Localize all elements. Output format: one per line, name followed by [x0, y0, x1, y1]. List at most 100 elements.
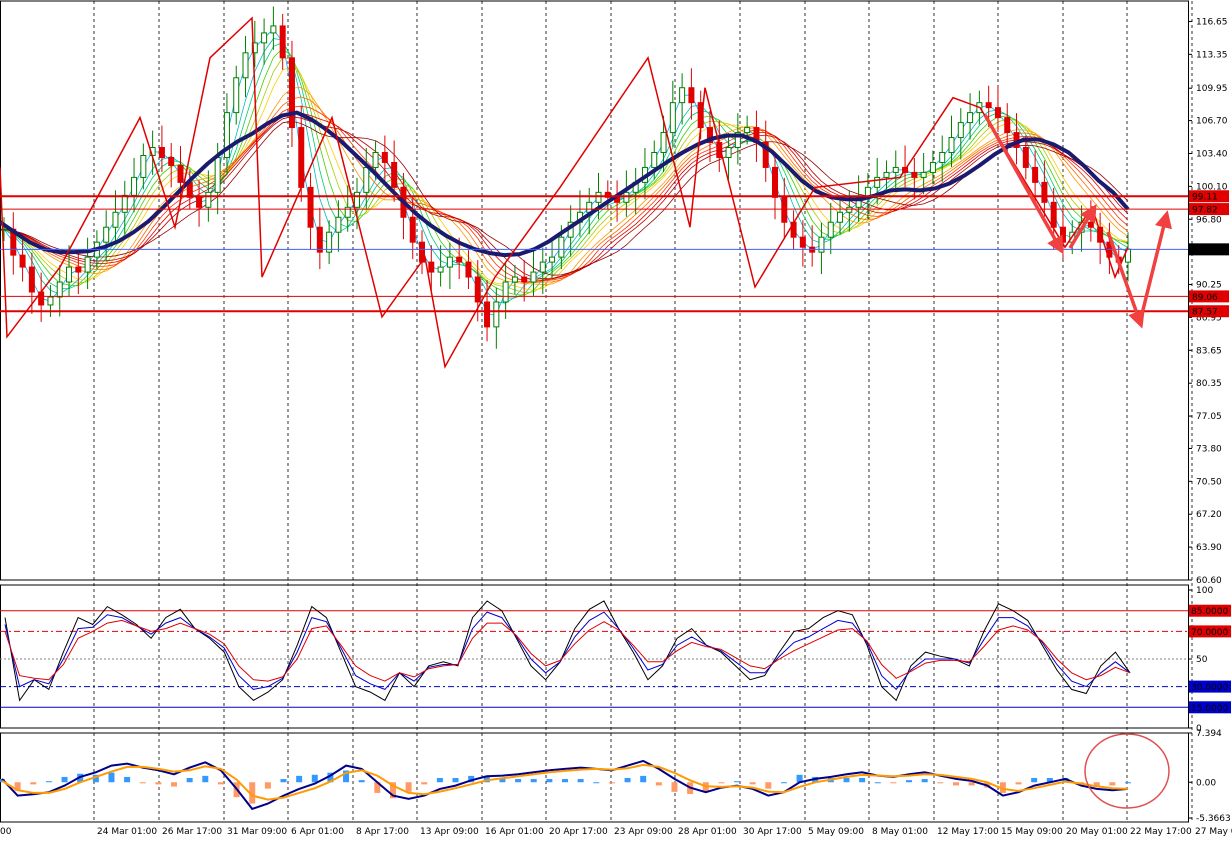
candle-body: [131, 176, 138, 196]
candle-body: [985, 102, 992, 109]
rainbow-ma-line: [3, 87, 1129, 285]
price-axis-label: 90.25: [1196, 281, 1222, 291]
price-axis-label: 113.35: [1196, 50, 1228, 60]
rainbow-ma-line: [3, 28, 1129, 315]
candle-body: [456, 256, 463, 263]
x-axis-tick-label: 30 Apr 17:00: [743, 827, 802, 837]
candle-body: [1097, 226, 1104, 243]
candle-body: [558, 236, 565, 258]
macd-histogram-bar: [624, 777, 631, 783]
candle-body: [446, 256, 453, 268]
macd-histogram-bar: [937, 782, 944, 784]
macd-histogram-bar: [593, 782, 600, 784]
macd-histogram-bar: [61, 776, 68, 783]
candle-body: [261, 32, 268, 44]
candle-body: [84, 256, 91, 273]
macd-axis-label: -5.3663: [1196, 814, 1231, 824]
macd-histogram-bar: [921, 779, 928, 783]
price-axis-label: 67.20: [1196, 510, 1222, 520]
candle-body: [140, 154, 147, 178]
candle-body: [298, 127, 305, 188]
macd-axis-label: 0.00: [1196, 778, 1216, 788]
candle-body: [660, 132, 667, 153]
candle-body: [484, 301, 491, 328]
price-panel-frame: [0, 0, 1189, 581]
candle-body: [288, 57, 295, 129]
candle-body: [595, 191, 602, 203]
candle-body: [121, 194, 128, 213]
macd-histogram-bar: [186, 777, 193, 783]
x-axis-tick-label: 13 Apr 09:00: [420, 827, 479, 837]
macd-histogram-bar: [124, 776, 131, 783]
x-axis-tick-label: 31 Mar 09:00: [227, 827, 287, 837]
macd-histogram-bar: [452, 777, 459, 783]
macd-histogram-bar: [358, 780, 365, 783]
macd-axis-label: 7.394: [1196, 729, 1222, 739]
price-axis-label: 96.80: [1196, 215, 1222, 225]
macd-histogram-bar: [890, 782, 897, 784]
price-level-label: 97.82: [1192, 206, 1218, 216]
candle-body: [75, 266, 82, 273]
candle-body: [177, 164, 184, 183]
candle-body: [725, 147, 732, 158]
x-axis-tick-label: 5 May 09:00: [808, 827, 864, 837]
candle-body: [465, 261, 472, 278]
x-axis-tick-label: 00: [0, 827, 12, 837]
candle-body: [827, 221, 834, 238]
x-axis-tick-label: 20 Apr 17:00: [549, 827, 608, 837]
candle-body: [112, 211, 119, 228]
candle-body: [744, 127, 751, 134]
candle-body: [56, 281, 63, 298]
stoch-series-line: [4, 600, 1131, 702]
candle-body: [474, 276, 481, 303]
x-axis-tick-label: 24 Mar 01:00: [97, 827, 157, 837]
candle-body: [66, 266, 73, 283]
candle-body: [967, 112, 974, 124]
candle-body: [335, 216, 342, 233]
candle-body: [196, 196, 203, 208]
candle-body: [799, 236, 806, 248]
macd-histogram-bar: [296, 775, 303, 783]
x-axis-tick-label: 15 May 09:00: [1001, 827, 1063, 837]
macd-histogram-bar: [30, 782, 37, 785]
candle-body: [679, 87, 686, 104]
candle-body: [502, 281, 509, 303]
price-level-label: 93.78: [1192, 246, 1218, 256]
candle-body: [772, 166, 779, 198]
rainbow-ma-line: [3, 47, 1129, 296]
x-axis-tick-label: 6 Apr 01:00: [291, 827, 344, 837]
candle-body: [103, 226, 110, 243]
candle-body: [437, 266, 444, 273]
macd-histogram-bar: [749, 782, 756, 785]
candle-body: [948, 137, 955, 153]
macd-histogram-bar: [734, 781, 741, 783]
candle-body: [391, 161, 398, 188]
candle-body: [957, 122, 964, 139]
candle-body: [205, 191, 212, 208]
stoch-series-line: [4, 619, 1131, 682]
x-axis-tick-label: 22 May 17:00: [1130, 827, 1192, 837]
macd-histogram-bar: [436, 777, 443, 783]
candle-body: [363, 166, 370, 193]
price-axis-label: 60.60: [1196, 576, 1222, 586]
macd-histogram-bar: [843, 777, 850, 783]
candle-body: [521, 276, 528, 283]
x-axis-tick-label: 23 Apr 09:00: [614, 827, 673, 837]
macd-histogram-bar: [515, 779, 522, 783]
forecast-arrow: [1138, 210, 1172, 323]
stoch-level-label: 70.0000: [1191, 628, 1228, 638]
candle-body: [168, 156, 175, 166]
price-axis-label: 109.95: [1196, 84, 1228, 94]
candle-body: [242, 52, 249, 79]
candle-body: [874, 176, 881, 188]
price-level-label: 99.11: [1192, 193, 1218, 203]
x-axis-tick-label: 8 Apr 17:00: [356, 827, 409, 837]
x-axis-tick-label: 16 Apr 01:00: [485, 827, 544, 837]
macd-histogram-bar: [859, 777, 866, 783]
candle-body: [353, 191, 360, 208]
candle-body: [539, 261, 546, 273]
candle-body: [837, 211, 844, 223]
candle-body: [279, 25, 286, 59]
macd-histogram-bar: [765, 782, 772, 789]
macd-histogram-bar: [405, 782, 412, 792]
